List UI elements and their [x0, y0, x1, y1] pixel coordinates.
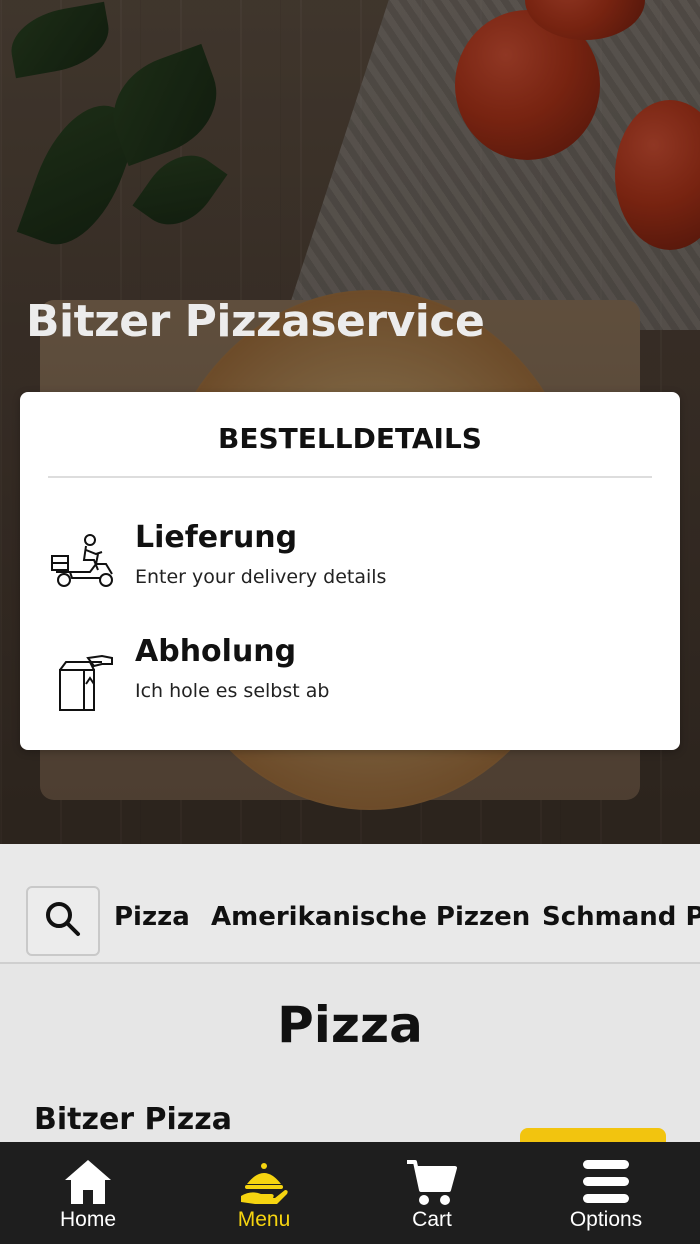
category-amerikanische-pizzen[interactable]: Amerikanische Pizzen	[211, 902, 530, 932]
section-title: Pizza	[277, 996, 423, 1054]
nav-menu-label: Menu	[237, 1208, 291, 1231]
pickup-bag-icon	[50, 644, 120, 714]
nav-menu[interactable]: Menu	[176, 1142, 352, 1244]
bottom-navigation: Home Menu Cart Options	[0, 1142, 700, 1244]
nav-options[interactable]: Options	[518, 1142, 694, 1244]
order-details-card: BESTELLDETAILS Lieferung Enter your deli…	[20, 392, 680, 750]
pickup-label: Abholung	[135, 634, 297, 669]
category-schmand-pizzen[interactable]: Schmand P	[542, 902, 700, 932]
home-icon	[61, 1156, 115, 1210]
nav-cart[interactable]: Cart	[344, 1142, 520, 1244]
menu-icon	[579, 1156, 633, 1210]
nav-home-label: Home	[59, 1208, 117, 1231]
delivery-label: Lieferung	[135, 520, 298, 555]
search-icon	[44, 900, 82, 942]
delivery-option[interactable]: Lieferung Enter your delivery details	[20, 520, 680, 620]
delivery-subtitle: Enter your delivery details	[135, 566, 387, 588]
restaurant-name: Bitzer Pizzaservice	[26, 296, 485, 347]
nav-cart-label: Cart	[412, 1208, 452, 1231]
pickup-subtitle: Ich hole es selbst ab	[135, 680, 330, 702]
order-details-title: BESTELLDETAILS	[218, 422, 482, 455]
category-pizza[interactable]: Pizza	[114, 902, 190, 932]
search-button[interactable]	[26, 886, 100, 956]
pickup-option[interactable]: Abholung Ich hole es selbst ab	[20, 634, 680, 734]
divider	[48, 476, 652, 478]
cart-icon	[405, 1156, 459, 1210]
cloche-icon	[237, 1156, 291, 1210]
nav-options-label: Options	[569, 1208, 643, 1231]
nav-home[interactable]: Home	[0, 1142, 176, 1244]
menu-item-name[interactable]: Bitzer Pizza	[34, 1102, 232, 1137]
delivery-scooter-icon	[50, 530, 120, 600]
category-bar: Pizza Amerikanische Pizzen Schmand P	[0, 844, 700, 964]
